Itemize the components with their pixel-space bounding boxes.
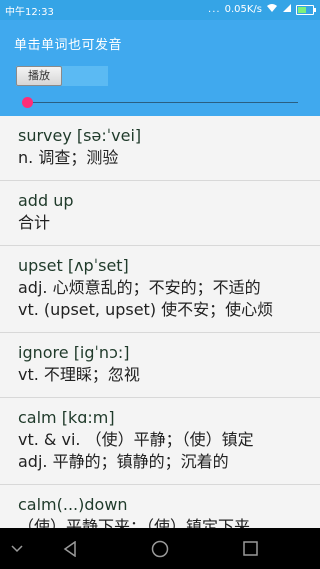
word-list: survey [sə:ˈvei] n. 调查；测验 add up 合计 upse… bbox=[0, 116, 320, 528]
home-icon[interactable] bbox=[145, 528, 175, 569]
play-button-label: 播放 bbox=[16, 66, 62, 86]
word-text: calm(...)down bbox=[18, 495, 128, 514]
status-dots: ... bbox=[208, 4, 221, 15]
list-item[interactable]: survey [sə:ˈvei] n. 调查；测验 bbox=[0, 116, 320, 181]
word-text: survey [sə:ˈvei] bbox=[18, 126, 142, 145]
word-meaning: vt. (upset, upset) 使不安；使心烦 bbox=[18, 300, 274, 319]
list-item[interactable]: calm(...)down （使）平静下来；（使）镇定下来 bbox=[0, 485, 320, 528]
battery-icon bbox=[296, 4, 316, 15]
list-item[interactable]: ignore [igˈnɔ:] vt. 不理睬；忽视 bbox=[0, 333, 320, 398]
word-meaning: vt. & vi. （使）平静；（使）镇定 bbox=[18, 430, 254, 449]
page-title: 单击单词也可发音 bbox=[14, 38, 123, 53]
word-text: add up bbox=[18, 191, 74, 210]
network-speed: 0.05K/s bbox=[224, 4, 262, 15]
status-time: 中午12:33 bbox=[5, 7, 54, 18]
word-meaning: n. 调查；测验 bbox=[18, 148, 119, 167]
list-item[interactable]: upset [ʌpˈset] adj. 心烦意乱的；不安的；不适的 vt. (u… bbox=[0, 246, 320, 333]
word-meaning: vt. 不理睬；忽视 bbox=[18, 365, 140, 384]
word-meaning: adj. 平静的；镇静的；沉着的 bbox=[18, 452, 229, 471]
word-text: upset [ʌpˈset] bbox=[18, 256, 129, 275]
status-icons: ... 0.05K/s bbox=[208, 3, 316, 16]
recents-icon[interactable] bbox=[235, 528, 265, 569]
status-bar: 中午12:33 ... 0.05K/s bbox=[0, 0, 320, 20]
progress-slider-track[interactable] bbox=[28, 102, 298, 103]
navigation-bar bbox=[0, 528, 320, 569]
chevron-down-icon[interactable] bbox=[2, 528, 32, 569]
word-text: ignore [igˈnɔ:] bbox=[18, 343, 130, 362]
list-item[interactable]: calm [kɑ:m] vt. & vi. （使）平静；（使）镇定 adj. 平… bbox=[0, 398, 320, 485]
back-icon[interactable] bbox=[55, 528, 85, 569]
word-meaning: （使）平静下来；（使）镇定下来 bbox=[18, 517, 251, 528]
word-meaning: adj. 心烦意乱的；不安的；不适的 bbox=[18, 278, 261, 297]
header: 单击单词也可发音 播放 bbox=[0, 20, 320, 116]
word-text: calm [kɑ:m] bbox=[18, 408, 115, 427]
play-button[interactable]: 播放 bbox=[16, 66, 108, 86]
wifi-icon bbox=[266, 3, 278, 16]
list-item[interactable]: add up 合计 bbox=[0, 181, 320, 246]
word-meaning: 合计 bbox=[18, 213, 51, 232]
signal-icon bbox=[282, 3, 292, 16]
progress-slider-thumb[interactable] bbox=[22, 97, 33, 108]
